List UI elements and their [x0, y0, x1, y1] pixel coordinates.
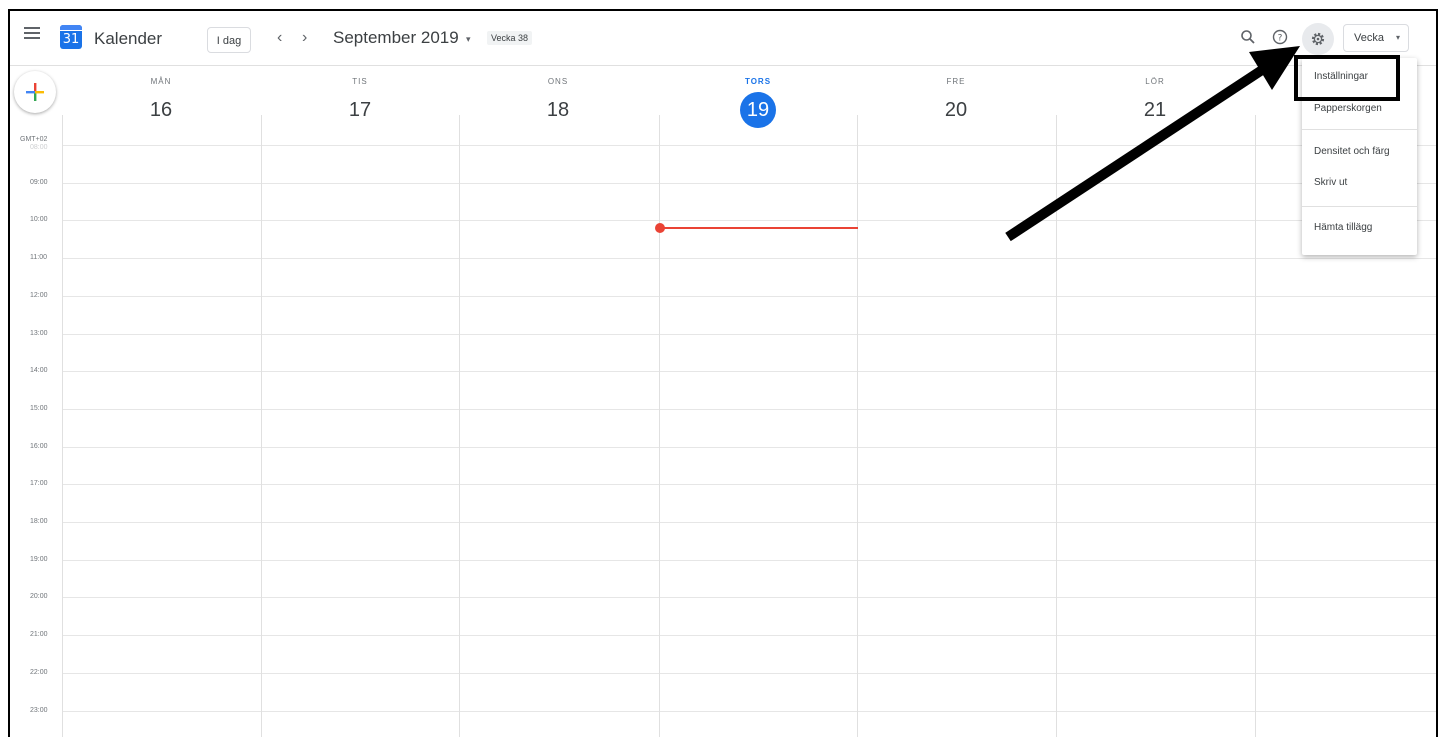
day-number-text: 19	[740, 92, 776, 128]
month-title[interactable]: September 2019	[333, 28, 459, 48]
day-number-text: 17	[348, 99, 372, 121]
top-app-bar: 31 Kalender I dag ‹ › September 2019 ▾ V…	[10, 11, 1436, 66]
day-header[interactable]: TIS 17	[261, 77, 459, 128]
hour-gridline	[62, 711, 1436, 712]
view-select[interactable]: Vecka ▾	[1343, 24, 1409, 52]
day-number-text: 18	[546, 99, 570, 121]
menu-divider	[1302, 206, 1417, 207]
next-week-button[interactable]: ›	[302, 29, 307, 47]
help-icon[interactable]: ?	[1272, 29, 1288, 45]
menu-icon[interactable]	[24, 27, 40, 39]
hour-label: 16:00	[30, 443, 48, 450]
day-name: ONS	[547, 77, 569, 86]
day-name: FRE	[946, 77, 966, 86]
hour-gridline	[62, 447, 1436, 448]
svg-text:?: ?	[1278, 34, 1283, 44]
current-time-line	[660, 227, 858, 229]
week-number-badge: Vecka 38	[487, 31, 533, 45]
current-time-dot	[655, 223, 665, 233]
hour-label: 19:00	[30, 556, 48, 563]
hour-label: 21:00	[30, 631, 48, 638]
hour-label: 17:00	[30, 480, 48, 487]
hour-gridline	[62, 635, 1436, 636]
gear-icon	[1311, 32, 1325, 46]
hour-label: 13:00	[30, 330, 48, 337]
day-number-text: 20	[944, 99, 968, 121]
hour-gridline	[62, 334, 1436, 335]
hour-gridline	[62, 258, 1436, 259]
day-header[interactable]: ONS 18	[459, 77, 657, 128]
hour-label: 12:00	[30, 292, 48, 299]
prev-week-button[interactable]: ‹	[277, 29, 282, 47]
hour-label: 09:00	[30, 179, 48, 186]
hour-label: 22:00	[30, 669, 48, 676]
day-column-divider	[659, 115, 660, 737]
hour-label: 20:00	[30, 593, 48, 600]
calendar-window: 31 Kalender I dag ‹ › September 2019 ▾ V…	[8, 9, 1438, 737]
day-number[interactable]: 17	[261, 92, 459, 128]
hour-gridline	[62, 371, 1436, 372]
day-header[interactable]: LÖR 21	[1056, 77, 1254, 128]
day-number[interactable]: 19	[659, 92, 857, 128]
hour-label: 15:00	[30, 405, 48, 412]
hour-label: 18:00	[30, 518, 48, 525]
day-number-text: 16	[149, 99, 173, 121]
day-header[interactable]: FRE 20	[857, 77, 1055, 128]
day-column-divider	[1255, 115, 1256, 737]
chevron-down-icon[interactable]: ▾	[466, 34, 471, 45]
hour-gridline	[62, 673, 1436, 674]
day-column-divider	[1056, 115, 1057, 737]
day-number[interactable]: 20	[857, 92, 1055, 128]
day-name: LÖR	[1145, 77, 1165, 86]
logo-number: 31	[62, 32, 80, 47]
today-button[interactable]: I dag	[207, 27, 251, 53]
hour-label: 08:00	[30, 144, 48, 151]
day-column-divider	[857, 115, 858, 737]
day-header[interactable]: MÅN 16	[62, 77, 260, 128]
hour-label: 11:00	[30, 254, 47, 261]
hour-label: 14:00	[30, 367, 48, 374]
menu-item-print[interactable]: Skriv ut	[1302, 168, 1417, 198]
hour-gridline	[62, 220, 1436, 221]
hour-gridline	[62, 522, 1436, 523]
menu-divider	[1302, 129, 1417, 130]
day-header[interactable]: TORS 19	[659, 77, 857, 128]
settings-button[interactable]	[1302, 23, 1334, 55]
day-number[interactable]: 21	[1056, 92, 1254, 128]
day-number[interactable]: 18	[459, 92, 657, 128]
hour-gridline	[62, 560, 1436, 561]
day-name: TIS	[352, 77, 368, 86]
calendar-logo-icon: 31	[60, 25, 82, 49]
hour-label: 23:00	[30, 707, 48, 714]
day-number-text: 21	[1143, 99, 1167, 121]
timezone-label: GMT+02	[20, 136, 48, 143]
hour-label: 10:00	[30, 216, 48, 223]
annotation-highlight-box	[1294, 55, 1400, 101]
day-number[interactable]: 16	[62, 92, 260, 128]
day-column-divider	[261, 115, 262, 737]
menu-item-get-addons[interactable]: Hämta tillägg	[1302, 213, 1417, 243]
menu-item-density-color[interactable]: Densitet och färg	[1302, 137, 1417, 167]
day-name: MÅN	[150, 77, 172, 86]
hour-gridline	[62, 484, 1436, 485]
day-column-divider	[62, 115, 63, 737]
hour-gridline	[62, 183, 1436, 184]
app-title: Kalender	[94, 29, 163, 48]
search-icon[interactable]	[1240, 29, 1256, 45]
view-select-label: Vecka	[1354, 32, 1384, 44]
hour-gridline	[62, 296, 1436, 297]
hour-gridline	[62, 145, 1436, 146]
chevron-down-icon: ▾	[1395, 33, 1400, 42]
hour-gridline	[62, 597, 1436, 598]
hour-gridline	[62, 409, 1436, 410]
plus-icon	[26, 83, 44, 101]
day-name: TORS	[744, 77, 772, 86]
day-column-divider	[459, 115, 460, 737]
create-event-button[interactable]	[14, 71, 56, 113]
